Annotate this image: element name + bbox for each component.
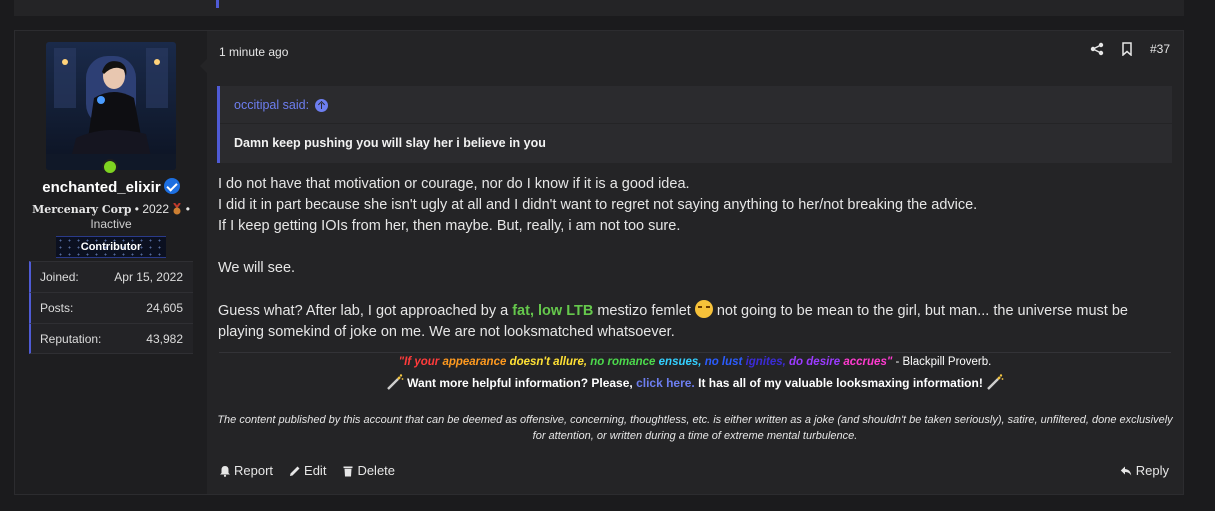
delete-button[interactable]: Delete	[342, 463, 395, 478]
signature-proverb: "If your appearance doesn't allure, no r…	[207, 356, 1183, 368]
stat-value: Apr 15, 2022	[114, 270, 183, 284]
signature-disclaimer: The content published by this account th…	[217, 414, 1173, 442]
report-button[interactable]: Report	[219, 463, 273, 478]
post-bottom-actions: Report Edit Delete	[219, 463, 395, 478]
body-line-1: I do not have that motivation or courage…	[218, 176, 690, 192]
quote-text: Damn keep pushing you will slay her i be…	[234, 136, 546, 150]
stat-label: Reputation:	[40, 331, 102, 346]
user-banner-label: Contributor	[80, 241, 142, 253]
stat-label: Posts:	[40, 301, 74, 315]
proverb-part-7: do desire	[789, 356, 844, 368]
user-stats: Joined: Apr 15, 2022 Posts: 24,605 Reput…	[29, 261, 193, 354]
body-line-4: We will see.	[218, 260, 296, 276]
username-row: enchanted_elixir	[15, 178, 207, 197]
proverb-part-6: ignites,	[745, 356, 790, 368]
quote-author[interactable]: occitipal said:	[234, 98, 309, 112]
user-title-end: •	[182, 202, 190, 216]
username[interactable]: enchanted_elixir	[42, 179, 160, 196]
reply-icon	[1120, 466, 1131, 475]
post-main: 1 minute ago #37 occitipal said: Damn ke…	[207, 31, 1183, 494]
body-p5-mid: mestizo femlet	[593, 303, 695, 319]
post-body: I do not have that motivation or courage…	[218, 174, 1168, 343]
delete-label: Delete	[357, 463, 396, 478]
proverb-part-0: "If your	[398, 356, 443, 368]
proverb-part-3: no romance	[590, 356, 659, 368]
quote-block: occitipal said: Damn keep pushing you wi…	[217, 86, 1172, 163]
body-p5-start: Guess what? After lab, I got approached …	[218, 303, 513, 319]
body-green-text: fat, low LTB	[512, 303, 594, 319]
stat-posts: Posts: 24,605	[29, 292, 193, 323]
bell-icon	[220, 465, 230, 477]
online-status-dot	[102, 159, 118, 175]
edit-label: Edit	[304, 463, 327, 478]
post-number[interactable]: #37	[1150, 42, 1170, 56]
post-top-actions: #37	[1090, 42, 1170, 56]
report-label: Report	[234, 463, 274, 478]
share-icon[interactable]	[1090, 42, 1104, 56]
signature-info: Want more helpful information? Please, c…	[207, 373, 1183, 391]
signature-proverb-quote: "If your appearance doesn't allure, no r…	[399, 356, 893, 368]
reply-label: Reply	[1135, 463, 1169, 478]
user-status: Inactive	[90, 217, 132, 231]
previous-post-bottom	[14, 0, 1184, 16]
body-line-2: I did it in part because she isn't ugly …	[218, 197, 978, 213]
body-paragraph-5: Guess what? After lab, I got approached …	[218, 300, 1168, 343]
previous-quote-edge	[216, 0, 219, 8]
magic-wand-icon	[987, 374, 1004, 390]
edit-button[interactable]: Edit	[289, 463, 326, 478]
post-timestamp[interactable]: 1 minute ago	[219, 45, 288, 59]
proverb-part-8: accrues"	[843, 356, 893, 368]
proverb-part-2: doesn't allure,	[509, 356, 591, 368]
bookmark-icon[interactable]	[1120, 42, 1134, 56]
signature-proverb-source: - Blackpill Proverb.	[892, 356, 992, 368]
forum-post: enchanted_elixir Mercenary Corp • 2022 •…	[14, 30, 1184, 495]
reply-button[interactable]: Reply	[1120, 463, 1169, 478]
user-title: Mercenary Corp • 2022 •	[15, 201, 207, 218]
quote-header[interactable]: occitipal said:	[234, 98, 329, 112]
stat-label: Joined:	[40, 270, 79, 284]
user-title-gothic: Mercenary Corp	[32, 203, 132, 216]
stat-reputation: Reputation: 43,982	[29, 323, 193, 354]
pencil-icon	[290, 466, 300, 476]
signature-info-start: Want more helpful information? Please,	[407, 376, 637, 390]
proverb-part-4: ensues,	[658, 356, 705, 368]
stat-value: 24,605	[146, 301, 183, 315]
trash-icon	[343, 466, 353, 476]
stat-value: 43,982	[146, 331, 183, 346]
signature-divider	[219, 352, 1171, 353]
proverb-part-5: no lust	[704, 356, 746, 368]
magic-wand-icon	[386, 374, 404, 390]
quote-divider	[220, 123, 1172, 124]
medal-icon	[173, 202, 182, 215]
avatar[interactable]	[46, 42, 176, 170]
user-info-column: enchanted_elixir Mercenary Corp • 2022 •…	[15, 31, 207, 494]
user-banner: Contributor	[56, 236, 166, 258]
user-title-year: • 2022	[131, 202, 173, 216]
crying-laughing-emoji-icon	[694, 300, 713, 318]
signature-info-end: It has all of my valuable looksmaxing in…	[694, 376, 983, 390]
go-to-quoted-icon[interactable]	[315, 98, 329, 112]
stat-joined: Joined: Apr 15, 2022	[29, 261, 193, 292]
signature-link[interactable]: click here.	[636, 376, 695, 390]
body-line-3: If I keep getting IOIs from her, then ma…	[218, 218, 681, 234]
proverb-part-1: appearance	[442, 356, 510, 368]
verified-badge-icon	[163, 178, 180, 194]
